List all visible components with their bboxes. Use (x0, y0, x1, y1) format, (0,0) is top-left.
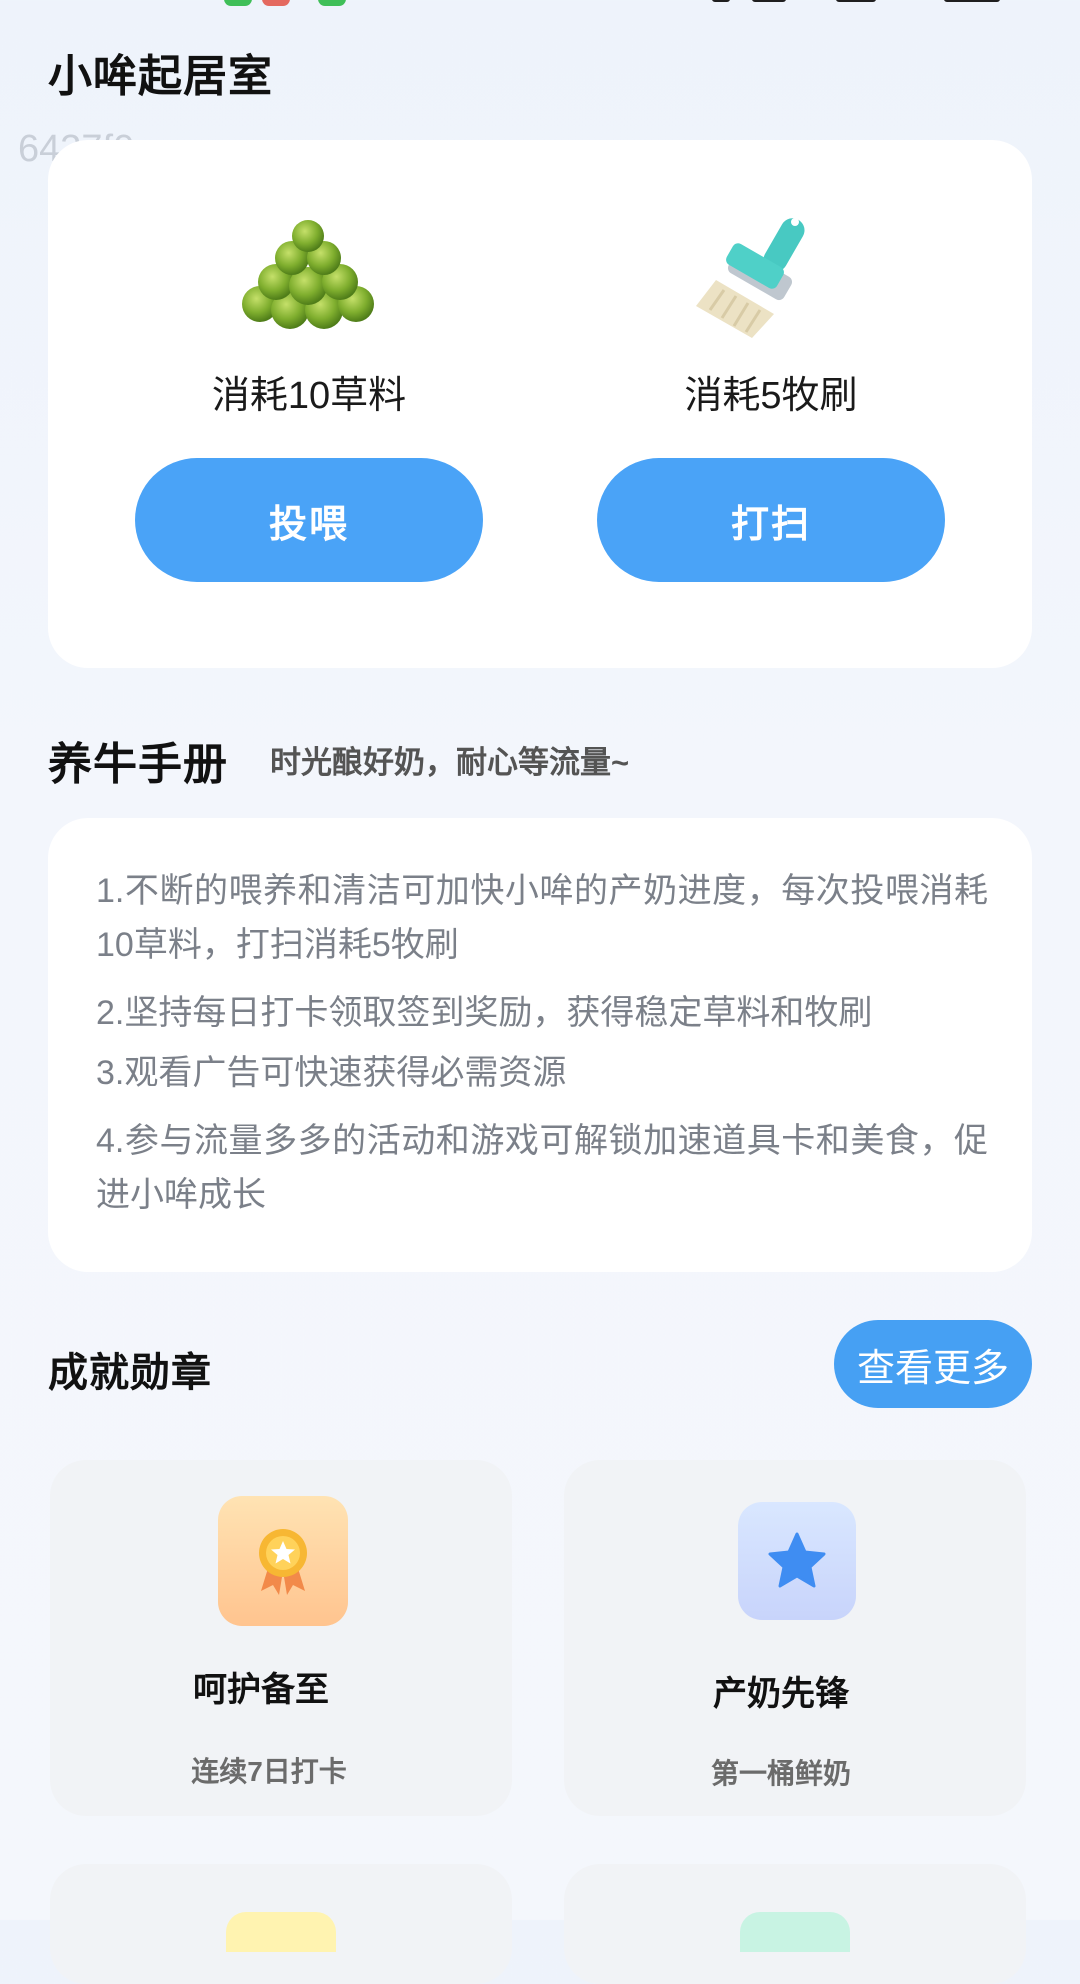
handbook-subtitle: 时光酿好奶，耐心等流量~ (270, 745, 630, 780)
badge-title: 呵护备至 (193, 1671, 329, 1709)
star-icon (738, 1502, 856, 1620)
feed-cost-label: 消耗10草料 (211, 375, 407, 417)
clean-button[interactable]: 打扫 (597, 458, 945, 582)
status-dot-icon (262, 0, 290, 6)
handbook-title: 养牛手册 (48, 740, 228, 789)
rule-item: 1.不断的喂养和清洁可加快小哞的产奶进度，每次投喂消耗10草料，打扫消耗5牧刷 (96, 872, 988, 964)
badge-title: 产奶先锋 (713, 1675, 849, 1713)
feed-button[interactable]: 投喂 (135, 458, 483, 582)
signal-icon (712, 0, 730, 2)
network-icon (836, 0, 876, 2)
rule-item: 2.坚持每日打卡领取签到奖励，获得稳定草料和牧刷 (96, 994, 873, 1032)
status-dot-icon (224, 0, 252, 6)
badge-icon-partial (226, 1912, 336, 1952)
ribbon-medal-icon (218, 1496, 348, 1626)
clean-cost-label: 消耗5牧刷 (684, 375, 858, 417)
wifi-icon (752, 0, 786, 2)
view-more-button[interactable]: 查看更多 (834, 1320, 1032, 1408)
room-card: 消耗10草料 投喂 消耗5牧刷 打扫 (48, 140, 1032, 668)
badge-card[interactable]: 呵护备至 连续7日打卡 (50, 1460, 512, 1816)
badge-card[interactable] (50, 1864, 512, 1984)
grass-pellets-icon (232, 212, 392, 332)
status-bar (0, 0, 1080, 8)
room-title: 小哞起居室 (48, 52, 273, 101)
badge-card[interactable]: 产奶先锋 第一桶鲜奶 (564, 1460, 1026, 1816)
badge-desc: 连续7日打卡 (191, 1756, 347, 1787)
rule-item: 3.观看广告可快速获得必需资源 (96, 1054, 567, 1092)
battery-icon (944, 0, 1000, 2)
badge-desc: 第一桶鲜奶 (710, 1758, 851, 1789)
badge-card[interactable] (564, 1864, 1026, 1984)
brush-icon (688, 210, 828, 340)
rule-item: 4.参与流量多多的活动和游戏可解锁加速道具卡和美食，促进小哞成长 (96, 1122, 988, 1214)
status-dot-icon (318, 0, 346, 6)
handbook-card: 1.不断的喂养和清洁可加快小哞的产奶进度，每次投喂消耗10草料，打扫消耗5牧刷 … (48, 818, 1032, 1272)
achievements-title: 成就勋章 (48, 1351, 212, 1395)
badge-icon-partial (740, 1912, 850, 1952)
